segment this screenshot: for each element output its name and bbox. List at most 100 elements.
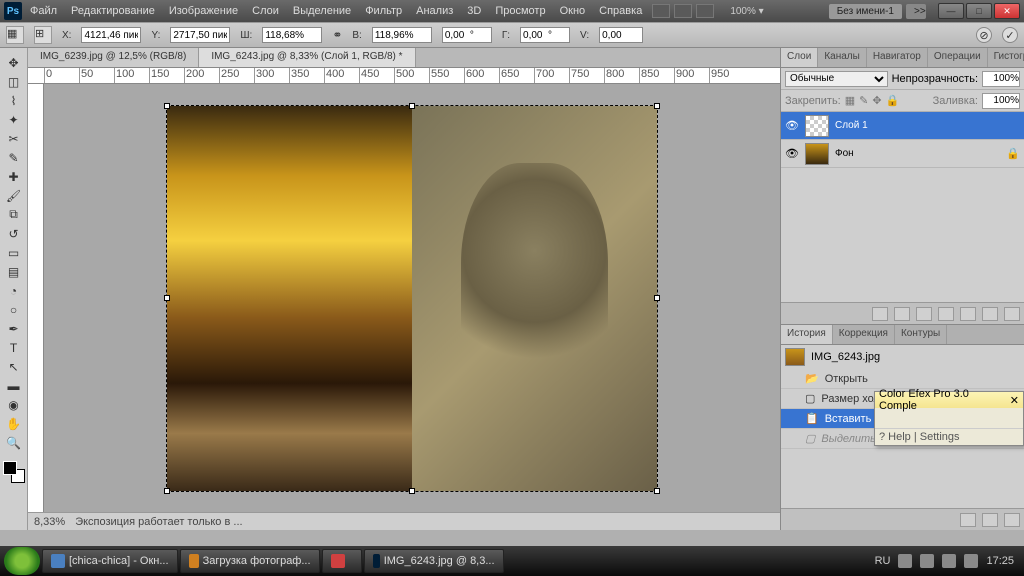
menu-image[interactable]: Изображение	[169, 5, 238, 17]
transform-handle[interactable]	[164, 295, 170, 301]
document-tab[interactable]: IMG_6239.jpg @ 12,5% (RGB/8)	[28, 48, 199, 67]
transform-handle[interactable]	[409, 488, 415, 494]
move-tool[interactable]: ✥	[3, 54, 25, 71]
mask-icon[interactable]	[916, 307, 932, 321]
menu-window[interactable]: Окно	[560, 5, 586, 17]
start-button[interactable]	[4, 547, 40, 575]
brush-tool[interactable]: 🖌	[3, 187, 25, 204]
hskew-input[interactable]	[520, 27, 570, 43]
transform-handle[interactable]	[654, 488, 660, 494]
width-input[interactable]	[262, 27, 322, 43]
trash-icon[interactable]	[1004, 513, 1020, 527]
tab-adjustments[interactable]: Коррекция	[833, 325, 895, 344]
popup-settings[interactable]: Settings	[920, 431, 960, 443]
zoom-tool[interactable]: 🔍	[3, 434, 25, 451]
opacity-input[interactable]	[982, 71, 1020, 87]
new-layer-icon[interactable]	[982, 307, 998, 321]
menu-help[interactable]: Справка	[599, 5, 642, 17]
popup-help[interactable]: ? Help	[879, 431, 911, 443]
plugin-popup[interactable]: Color Efex Pro 3.0 Comple✕ ? Help | Sett…	[874, 391, 1024, 446]
3d-tool[interactable]: ◉	[3, 396, 25, 413]
crop-tool[interactable]: ✂	[3, 130, 25, 147]
trash-icon[interactable]	[1004, 307, 1020, 321]
tray-icon[interactable]	[942, 554, 956, 568]
fx-icon[interactable]	[894, 307, 910, 321]
taskbar-item[interactable]: IMG_6243.jpg @ 8,3...	[364, 549, 504, 573]
minimize-button[interactable]: —	[938, 3, 964, 19]
visibility-icon[interactable]: 👁	[785, 147, 799, 161]
height-input[interactable]	[372, 27, 432, 43]
link-layers-icon[interactable]	[872, 307, 888, 321]
tab-histogram[interactable]: Гистограм	[988, 48, 1024, 67]
lock-pixels-icon[interactable]: ▦	[845, 94, 855, 107]
marquee-tool[interactable]: ◫	[3, 73, 25, 90]
tray-icon[interactable]	[964, 554, 978, 568]
eraser-tool[interactable]: ▭	[3, 244, 25, 261]
history-snapshot[interactable]: IMG_6243.jpg	[781, 345, 1024, 369]
group-icon[interactable]	[960, 307, 976, 321]
transform-handle[interactable]	[409, 103, 415, 109]
adjustment-icon[interactable]	[938, 307, 954, 321]
menu-view[interactable]: Просмотр	[495, 5, 545, 17]
layout-icon[interactable]	[674, 4, 692, 18]
path-tool[interactable]: ↖	[3, 358, 25, 375]
taskbar-item[interactable]: Загрузка фотограф...	[180, 549, 320, 573]
wand-tool[interactable]: ✦	[3, 111, 25, 128]
close-button[interactable]: ✕	[994, 3, 1020, 19]
document-tab-active[interactable]: IMG_6243.jpg @ 8,33% (Слой 1, RGB/8) *	[199, 48, 415, 67]
layout-icon[interactable]	[696, 4, 714, 18]
shape-tool[interactable]: ▬	[3, 377, 25, 394]
tab-layers[interactable]: Слои	[781, 48, 818, 67]
zoom-display[interactable]: 100% ▾	[730, 6, 763, 17]
blur-tool[interactable]: ◔	[3, 282, 25, 299]
menu-file[interactable]: Файл	[30, 5, 57, 17]
tray-icon[interactable]	[920, 554, 934, 568]
history-step[interactable]: 📂Открыть	[781, 369, 1024, 389]
type-tool[interactable]: T	[3, 339, 25, 356]
workspace-name[interactable]: Без имени-1	[829, 4, 902, 19]
tab-channels[interactable]: Каналы	[818, 48, 867, 67]
visibility-icon[interactable]: 👁	[785, 119, 799, 133]
foreground-color[interactable]	[3, 461, 17, 475]
layer-row[interactable]: 👁 Слой 1	[781, 112, 1024, 140]
commit-transform-button[interactable]: ✓	[1002, 27, 1018, 43]
menu-layer[interactable]: Слои	[252, 5, 279, 17]
color-swatch[interactable]	[3, 461, 25, 483]
taskbar-item[interactable]: [chica-chica] - Окн...	[42, 549, 178, 573]
gradient-tool[interactable]: ▤	[3, 263, 25, 280]
x-input[interactable]	[81, 27, 141, 43]
fill-input[interactable]	[982, 93, 1020, 109]
angle-input[interactable]	[442, 27, 492, 43]
vskew-input[interactable]	[599, 27, 643, 43]
clock[interactable]: 17:25	[986, 555, 1014, 567]
blend-mode-select[interactable]: Обычные	[785, 71, 888, 87]
cancel-transform-button[interactable]: ⊘	[976, 27, 992, 43]
tab-paths[interactable]: Контуры	[895, 325, 947, 344]
pen-tool[interactable]: ✒	[3, 320, 25, 337]
maximize-button[interactable]: □	[966, 3, 992, 19]
taskbar-item[interactable]	[322, 549, 362, 573]
layout-icon[interactable]	[652, 4, 670, 18]
menu-edit[interactable]: Редактирование	[71, 5, 155, 17]
eyedropper-tool[interactable]: ✎	[3, 149, 25, 166]
menu-filter[interactable]: Фильтр	[365, 5, 402, 17]
menu-analysis[interactable]: Анализ	[416, 5, 453, 17]
link-icon[interactable]: ⚭	[332, 28, 342, 42]
tray-icon[interactable]	[898, 554, 912, 568]
snapshot-icon[interactable]	[982, 513, 998, 527]
transform-icon[interactable]: ▦	[6, 26, 24, 44]
history-brush-tool[interactable]: ↺	[3, 225, 25, 242]
heal-tool[interactable]: ✚	[3, 168, 25, 185]
menu-select[interactable]: Выделение	[293, 5, 351, 17]
lock-brush-icon[interactable]: ✎	[859, 94, 868, 107]
transform-selection[interactable]	[166, 105, 658, 492]
transform-handle[interactable]	[654, 295, 660, 301]
tab-actions[interactable]: Операции	[928, 48, 988, 67]
status-zoom[interactable]: 8,33%	[34, 516, 65, 528]
transform-handle[interactable]	[164, 103, 170, 109]
lasso-tool[interactable]: ⌇	[3, 92, 25, 109]
reference-point-icon[interactable]: ⊞	[34, 26, 52, 44]
language-indicator[interactable]: RU	[875, 555, 891, 567]
new-doc-icon[interactable]	[960, 513, 976, 527]
layer-name[interactable]: Фон	[835, 148, 854, 159]
